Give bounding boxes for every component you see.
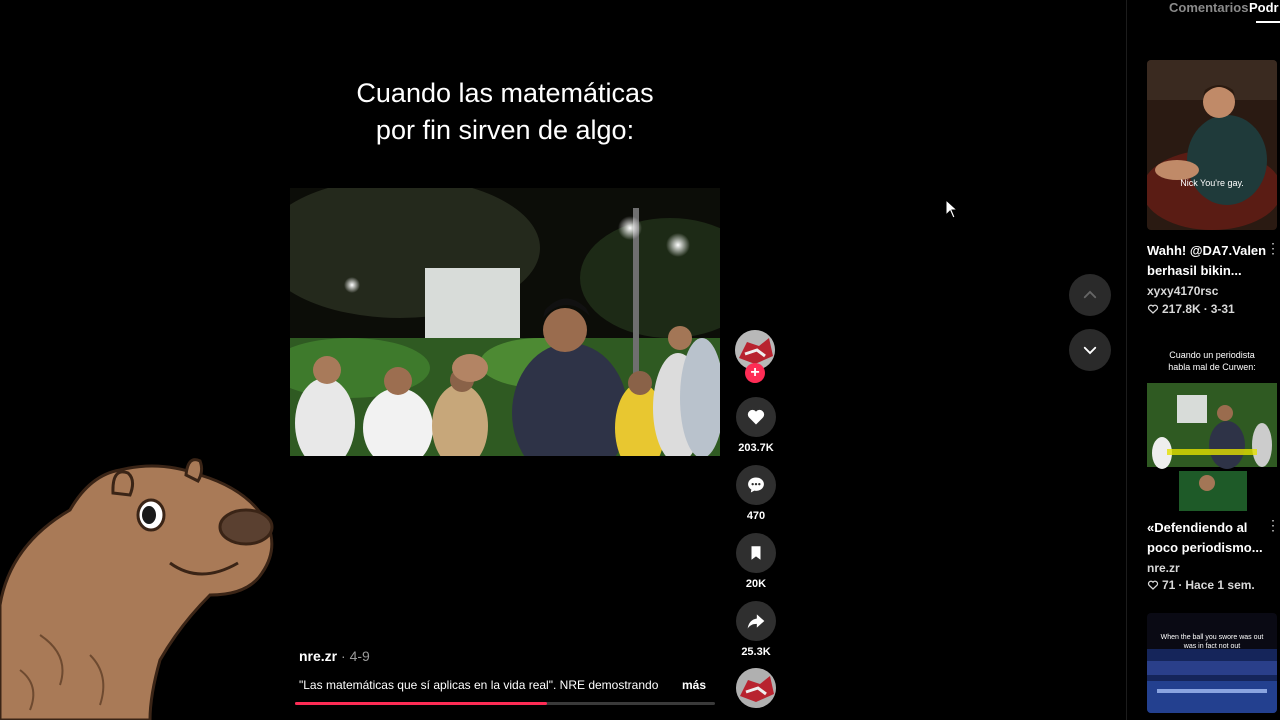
recommended-meta: 217.8K · 3-31 [1147, 302, 1235, 316]
follow-plus-button[interactable]: + [745, 363, 765, 383]
comment-icon [748, 477, 764, 493]
share-icon [747, 614, 765, 629]
video-player[interactable] [290, 188, 720, 456]
next-video-button[interactable] [1069, 329, 1111, 371]
save-button[interactable] [736, 533, 776, 573]
share-count: 25.3K [741, 646, 771, 658]
share-action[interactable]: 25.3K [734, 601, 778, 658]
recommended-meta: 71 · Hace 1 sem. [1147, 578, 1255, 592]
comment-button[interactable] [736, 465, 776, 505]
tab-comments[interactable]: Comentarios [1169, 0, 1248, 15]
video-frame-image [290, 188, 720, 456]
share-button[interactable] [736, 601, 776, 641]
recommended-author[interactable]: nre.zr [1147, 561, 1180, 575]
video-caption: Cuando las matemáticas por fin sirven de… [356, 78, 654, 145]
post-date: · 4-9 [341, 648, 370, 664]
previous-video-button[interactable] [1069, 274, 1111, 316]
save-action[interactable]: 20K [734, 533, 778, 590]
heart-outline-icon [1147, 304, 1159, 314]
recommended-thumbnail[interactable]: When the ball you swore was out was in f… [1147, 613, 1277, 713]
heart-icon [747, 409, 765, 425]
comment-count: 470 [746, 510, 766, 522]
recommended-title[interactable]: «Defendiendo al poco periodismo... [1147, 518, 1269, 558]
music-disc[interactable] [736, 668, 776, 708]
cursor-icon [945, 199, 959, 219]
thumbnail-heading: Cuando un periodista habla mal de Curwen… [1168, 350, 1256, 372]
plus-icon: + [750, 364, 760, 381]
more-button[interactable]: más [682, 678, 706, 692]
recommended-time: 3-31 [1210, 302, 1235, 316]
thumbnail-image [1147, 383, 1277, 511]
more-options-icon[interactable]: ⋮ [1266, 517, 1280, 534]
author-name[interactable]: nre.zr [299, 648, 337, 664]
recommended-thumbnail[interactable]: Cuando un periodista habla mal de Curwen… [1147, 333, 1277, 513]
tab-more-videos[interactable]: Podr [1249, 0, 1279, 15]
like-count: 203.7K [738, 442, 774, 454]
bookmark-icon [751, 546, 761, 560]
meta-separator: · [1203, 302, 1208, 316]
meta-separator: · [1178, 578, 1183, 592]
recommended-likes: 217.8K [1162, 302, 1201, 316]
recommended-likes: 71 [1162, 578, 1176, 592]
video-author-line[interactable]: nre.zr · 4-9 [299, 648, 370, 664]
thumbnail-subtitle: Nick You're gay. [1180, 178, 1244, 188]
thumbnail-image [1147, 60, 1277, 230]
recommended-author[interactable]: xyxy4170rsc [1147, 284, 1218, 298]
like-action[interactable]: 203.7K [734, 397, 778, 454]
video-progress-fill [295, 702, 547, 705]
save-count: 20K [745, 578, 767, 590]
chevron-down-icon [1083, 346, 1097, 355]
music-disc-image [736, 668, 776, 708]
heart-outline-icon [1147, 580, 1159, 590]
video-progress-bar[interactable] [295, 702, 715, 705]
thumbnail-image [1147, 649, 1277, 713]
more-options-icon[interactable]: ⋮ [1266, 240, 1280, 257]
like-button[interactable] [736, 397, 776, 437]
video-description: "Las matemáticas que sí aplicas en la vi… [299, 678, 659, 692]
capybara-sticker [0, 458, 274, 720]
chevron-up-icon [1083, 290, 1097, 299]
recommended-time: Hace 1 sem. [1185, 578, 1255, 592]
recommended-title[interactable]: Wahh! @DA7.Valen berhasil bikin... [1147, 241, 1269, 281]
recommended-thumbnail[interactable]: Nick You're gay. [1147, 60, 1277, 230]
active-tab-indicator [1256, 21, 1280, 23]
comment-action[interactable]: 470 [734, 465, 778, 522]
